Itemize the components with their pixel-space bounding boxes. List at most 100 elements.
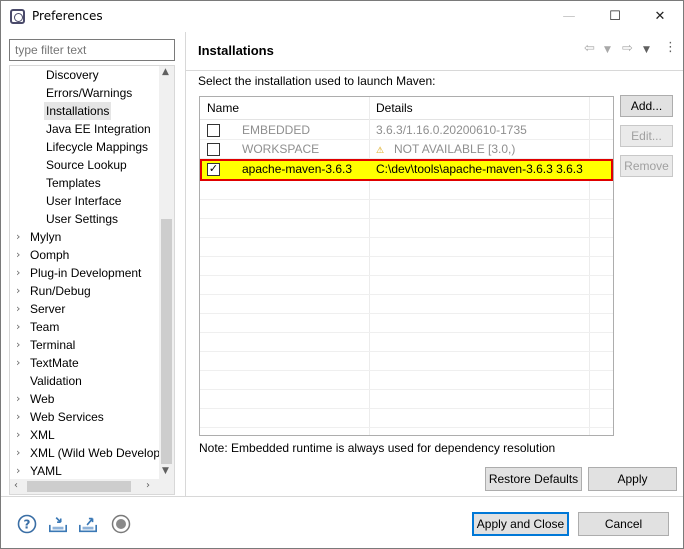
installation-checkbox[interactable] [207,124,220,137]
chevron-right-icon[interactable]: › [16,354,24,372]
column-header-details[interactable]: Details [376,101,413,115]
table-header: Name Details [200,97,613,120]
tree-item-web-services[interactable]: Web Services [30,408,104,426]
tree-item-source-lookup[interactable]: Source Lookup [46,156,127,174]
page-title: Installations [198,43,274,58]
tree-item-user-settings[interactable]: User Settings [46,210,118,228]
maximize-button[interactable]: ☐ [592,1,638,32]
scroll-up-arrow-icon[interactable]: ▲ [162,67,169,77]
tree-item-installations[interactable]: Installations [44,102,112,120]
tree-item-discovery[interactable]: Discovery [46,66,99,84]
tree-item-java-ee-integration[interactable]: Java EE Integration [46,120,151,138]
table-row[interactable]: EMBEDDED 3.6.3/1.16.0.20200610-1735 [200,121,613,140]
edit-button[interactable]: Edit... [620,125,673,147]
view-menu-icon[interactable]: ⋮ [664,40,677,55]
chevron-right-icon[interactable]: › [16,228,24,246]
apply-button[interactable]: Apply [588,467,677,491]
tree-item-team[interactable]: Team [30,318,59,336]
installation-name: WORKSPACE [242,142,320,156]
table-row-empty [200,314,613,333]
apply-and-close-button[interactable]: Apply and Close [472,512,569,536]
table-row-empty [200,238,613,257]
back-arrow-icon[interactable]: ⇦ [584,41,595,56]
installation-details: 3.6.3/1.16.0.20200610-1735 [376,123,527,137]
tree-item-errors-warnings[interactable]: Errors/Warnings [46,84,132,102]
table-row-empty [200,181,613,200]
table-row-empty [200,295,613,314]
chevron-right-icon[interactable]: › [16,426,24,444]
minimize-button[interactable]: — [546,1,592,32]
scroll-right-arrow-icon[interactable]: › [146,480,150,491]
tree-item-xml[interactable]: XML [30,426,55,444]
cancel-button[interactable]: Cancel [578,512,669,536]
left-pane: Discovery Errors/Warnings Installations … [1,32,185,496]
scroll-down-arrow-icon[interactable]: ▼ [162,466,169,476]
tree-item-textmate[interactable]: TextMate [30,354,79,372]
forward-dropdown-icon[interactable]: ▼ [643,45,650,55]
tree-item-yaml[interactable]: YAML [30,462,62,480]
add-button[interactable]: Add... [620,95,673,117]
filter-input[interactable] [9,39,175,61]
tree-item-terminal[interactable]: Terminal [30,336,75,354]
forward-arrow-icon[interactable]: ⇨ [622,41,633,56]
table-row-empty [200,352,613,371]
title-bar: Preferences — ☐ ✕ [1,1,683,32]
chevron-right-icon[interactable]: › [16,282,24,300]
table-row-empty [200,409,613,428]
chevron-right-icon[interactable]: › [16,444,24,462]
tree-horizontal-scrollbar[interactable]: ‹ › [10,479,174,494]
table-row-empty [200,333,613,352]
window-title: Preferences [32,9,103,23]
tree-item-validation[interactable]: Validation [30,372,82,390]
tree-item-server[interactable]: Server [30,300,65,318]
warning-icon: ⚠ [376,145,385,155]
record-icon[interactable] [111,514,131,534]
chevron-right-icon[interactable]: › [16,462,24,480]
installation-checkbox[interactable] [207,143,220,156]
chevron-right-icon[interactable]: › [16,336,24,354]
chevron-right-icon[interactable]: › [16,390,24,408]
table-row-empty [200,371,613,390]
installation-details: C:\dev\tools\apache-maven-3.6.3 3.6.3 [376,162,583,176]
preferences-window: Preferences — ☐ ✕ Discovery Errors/Warni… [0,0,684,549]
tree-item-templates[interactable]: Templates [46,174,101,192]
column-header-name[interactable]: Name [207,101,239,115]
installation-name: apache-maven-3.6.3 [242,162,353,176]
table-row-empty [200,257,613,276]
close-button[interactable]: ✕ [637,1,683,32]
table-row[interactable]: WORKSPACE ⚠ NOT AVAILABLE [3.0,) [200,140,613,159]
tree-item-mylyn[interactable]: Mylyn [30,228,61,246]
help-icon[interactable]: ? [17,514,37,534]
tree-item-web[interactable]: Web [30,390,54,408]
description-label: Select the installation used to launch M… [198,74,436,88]
chevron-right-icon[interactable]: › [16,300,24,318]
tree-item-plugin-development[interactable]: Plug-in Development [30,264,141,282]
tree-vertical-scrollbar[interactable]: ▲ ▼ [159,66,174,479]
installations-table: Name Details EMBEDDED 3.6.3/1.16.0.20200… [199,96,614,436]
chevron-right-icon[interactable]: › [16,246,24,264]
tree-item-oomph[interactable]: Oomph [30,246,69,264]
scroll-left-arrow-icon[interactable]: ‹ [14,480,18,491]
table-row[interactable]: ✓ apache-maven-3.6.3 C:\dev\tools\apache… [200,159,613,181]
export-icon[interactable] [78,514,98,534]
restore-defaults-button[interactable]: Restore Defaults [485,467,582,491]
chevron-right-icon[interactable]: › [16,264,24,282]
horizontal-scroll-thumb[interactable] [27,481,131,492]
installation-name: EMBEDDED [242,123,311,137]
right-pane: Installations ⇦ ▼ ⇨ ▼ ⋮ Select the insta… [186,32,683,496]
back-dropdown-icon[interactable]: ▼ [604,45,611,55]
remove-button[interactable]: Remove [620,155,673,177]
import-icon[interactable] [48,514,68,534]
eclipse-app-icon [10,9,25,24]
tree-item-lifecycle-mappings[interactable]: Lifecycle Mappings [46,138,148,156]
dialog-footer: ? Apply and Close Cancel [1,496,683,548]
chevron-right-icon[interactable]: › [16,408,24,426]
installation-checkbox-checked[interactable]: ✓ [207,163,220,176]
vertical-scroll-thumb[interactable] [161,219,172,464]
tree-item-user-interface[interactable]: User Interface [46,192,121,210]
chevron-right-icon[interactable]: › [16,318,24,336]
table-row-empty [200,390,613,409]
tree-item-run-debug[interactable]: Run/Debug [30,282,91,300]
table-row-empty [200,276,613,295]
tree-item-xml-wild-web[interactable]: XML (Wild Web Develop [30,444,160,462]
